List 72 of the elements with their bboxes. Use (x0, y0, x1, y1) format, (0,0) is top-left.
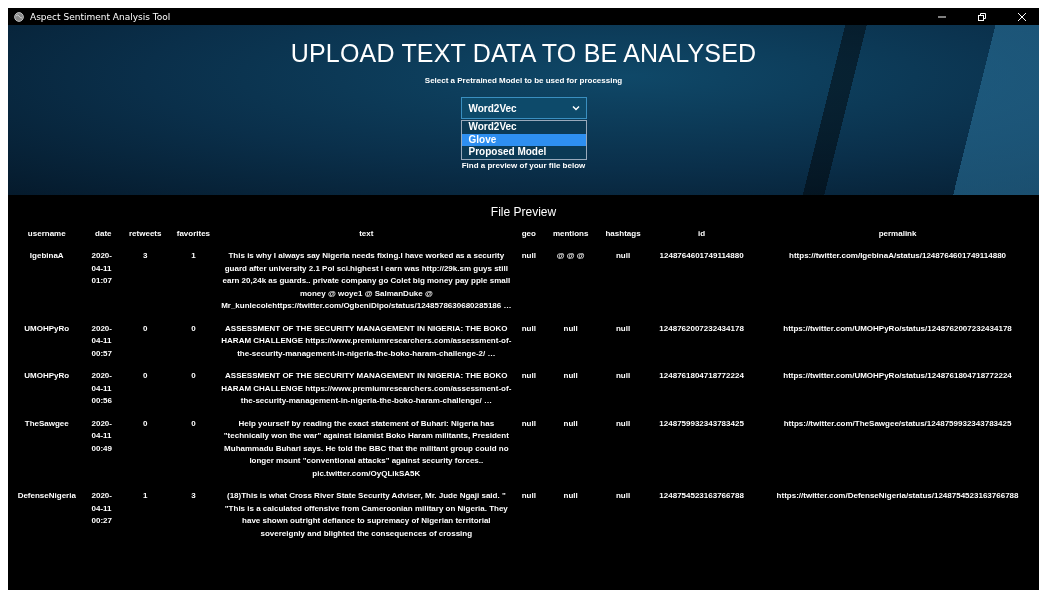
table-cell-text: 2020-04-11 00:56 (90, 370, 113, 407)
table-cell-text: 0 (190, 370, 197, 382)
column-header: text (358, 228, 375, 240)
column-header: date (94, 228, 113, 240)
table-cell-text: 2020-04-11 00:27 (90, 490, 113, 527)
table-cell-text: 2020-04-11 01:07 (90, 250, 113, 287)
table-cell-text: @ @ @ (555, 250, 586, 262)
column-header: mentions (551, 228, 590, 240)
table-cell-text: 0 (190, 322, 197, 335)
table-cell-text: TheSawgee (23, 417, 70, 430)
table-cell-text: null (614, 490, 632, 502)
preview-title: File Preview (489, 205, 558, 219)
table-cell-text: null (614, 250, 632, 262)
table-cell-text: https://twitter.com/UMOHPyRo/status/1248761804718772224 (782, 370, 1013, 382)
chevron-icon (571, 105, 580, 111)
table-cell-text: UMOHPyRo (23, 322, 71, 335)
column-header: retweets (128, 228, 163, 240)
table-cell-text: 1248761804718772224 (658, 370, 745, 382)
column-header: favorites (175, 228, 212, 240)
table-cell-text: null (562, 490, 579, 502)
table-cell-text: null (562, 370, 579, 382)
table-cell-text: ASSESSMENT OF THE SECURITY MANAGEMENT IN NIGERIA: THE BOKO HARAM CHALLENGE https://www.premiumresearchers.com/assessment-of-the-security-management-in-nigeria-the-boko-haram-challenge-2/ … (220, 322, 513, 360)
table-cell-text: https://twitter.com/UMOHPyRo/status/1248762007232434178 (782, 322, 1013, 335)
column-header: id (697, 228, 707, 240)
table-cell-text: null (614, 322, 632, 335)
table-cell-text: Help yourself by reading the exact statement of Buhari: Nigeria has "technically won the war" against Islamist Boko Haram militants, President Muhammadu Buhari says. He told the BBC that the militant group could no longer mount "conventional attacks" against security forces.. pic.twitter.com/OyQLikSA5K (222, 417, 510, 480)
table-cell-text: 2020-04-11 00:57 (90, 322, 113, 360)
table-cell-text: 1248764601749114880 (658, 250, 745, 262)
dropdown-option[interactable]: Proposed Model (461, 146, 586, 159)
table-cell-text: https://twitter.com/TheSawgee/status/1248759932343783425 (782, 417, 1013, 430)
table-cell-text: null (520, 490, 537, 502)
column-header: geo (520, 228, 537, 240)
table-cell-text: 1248762007232434178 (658, 322, 745, 335)
restore-icon[interactable] (977, 11, 987, 22)
column-header: permalink (877, 228, 918, 240)
table-cell-text: UMOHPyRo (23, 370, 71, 382)
globe-icon (14, 11, 24, 22)
table-cell-text: null (562, 322, 579, 335)
table-cell-text: null (614, 417, 632, 430)
table-cell-text: 2020-04-11 00:49 (90, 417, 113, 455)
table-cell-text: null (520, 250, 537, 262)
table-cell-text: This is why I always say Nigeria needs fixing.I have worked as a security guard after university 2.1 Pol sci.highest I earn was http://29k.sm guys still earn 20,24k as guards.. private company go Colet big money pay pple small money @ woye1 @ SalmanDuke @ Mr_kunlecolehttps://twitter.com/OgbeniDipo/status/1248578630680285186 … (220, 250, 513, 312)
table-cell-text: null (520, 322, 537, 335)
table-cell-text: null (520, 417, 537, 430)
page-heading: UPLOAD TEXT DATA TO BE ANALYSED (290, 39, 757, 68)
window-title: Aspect Sentiment Analysis Tool (30, 11, 172, 22)
table-cell-text: 1 (142, 490, 149, 502)
table-cell-text: (18)This is what Cross River State Security Adviser, Mr. Jude Ngaji said. " "This is a calculated offensive from Cameroonian military on Nigeria. They have shown outright defiance to supremacy of Nigerian territorial sovereignly and blighted the consequences of crossing (223, 490, 509, 540)
hint-text: Find a preview of your file below (461, 161, 586, 170)
table-cell-text: 3 (190, 490, 197, 502)
table-cell-text: https://twitter.com/IgebinaA/status/1248764601749114880 (788, 250, 1008, 262)
column-header: hashtags (604, 228, 642, 240)
instruction-text: Select a Pretrained Model to be used for processing (424, 76, 623, 85)
column-header: username (26, 228, 67, 240)
model-dropdown[interactable]: Word2Vec (460, 97, 587, 119)
table-cell-text: ASSESSMENT OF THE SECURITY MANAGEMENT IN NIGERIA: THE BOKO HARAM CHALLENGE https://www.premiumresearchers.com/assessment-of-the-security-management-in-nigeria-the-boko-haram-challenge/ … (220, 370, 513, 407)
table-cell-text: 0 (142, 370, 149, 382)
table-cell-text: 0 (190, 417, 197, 430)
table-cell-text: 3 (142, 250, 149, 262)
table-cell-text: IgebinaA (28, 250, 65, 262)
dropdown-option[interactable]: Word2Vec (461, 121, 586, 134)
table-cell-text: 1 (190, 250, 197, 262)
table-cell-text: https://twitter.com/DefenseNigeria/status/1248754523163766788 (775, 490, 1020, 502)
table-cell-text: null (562, 417, 579, 430)
table-cell-text: 0 (142, 417, 149, 430)
table-cell-text: null (520, 370, 537, 382)
table-cell-text: null (614, 370, 632, 382)
table-cell-text: DefenseNigeria (16, 490, 77, 502)
table-cell-text: 1248759932343783425 (658, 417, 745, 430)
close-icon[interactable] (1017, 11, 1027, 22)
table-cell-text: 0 (142, 322, 149, 335)
table-cell-text: 1248754523163766788 (658, 490, 745, 502)
